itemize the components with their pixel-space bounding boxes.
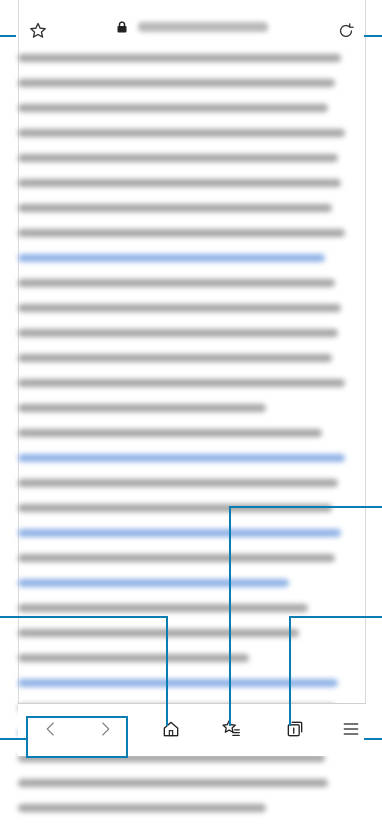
callout-line-star	[0, 35, 16, 37]
refresh-button[interactable]	[333, 18, 359, 44]
bookmarks-icon	[222, 720, 240, 737]
tabs-icon	[287, 721, 303, 737]
text-line	[18, 304, 342, 312]
text-line	[18, 779, 329, 787]
text-line	[18, 604, 309, 612]
text-line	[18, 404, 266, 412]
text-line	[18, 554, 335, 562]
text-line-with-links[interactable]	[18, 254, 325, 262]
tabs-button[interactable]	[280, 714, 310, 744]
callout-line-home-h	[0, 616, 168, 618]
add-bookmark-button[interactable]	[25, 18, 51, 44]
lock-icon	[117, 21, 127, 33]
callout-box-navigation	[26, 716, 128, 758]
address-bar	[19, 0, 365, 48]
text-line	[18, 54, 342, 62]
text-line	[18, 804, 266, 812]
text-line	[18, 654, 249, 662]
callout-line-bookmarks-v	[229, 506, 231, 726]
text-line	[18, 354, 332, 362]
url-text-blurred	[138, 22, 268, 32]
text-line	[18, 479, 339, 487]
bookmarks-button[interactable]	[216, 714, 246, 744]
text-line	[18, 79, 335, 87]
menu-button[interactable]	[336, 714, 366, 744]
paragraph-1	[18, 54, 348, 412]
callout-line-menu	[364, 738, 382, 740]
menu-icon	[343, 723, 359, 735]
callout-line-tabs-h	[290, 616, 382, 618]
callout-line-bookmarks-h	[230, 506, 382, 508]
text-line-with-links[interactable]	[18, 454, 345, 462]
home-button[interactable]	[156, 714, 186, 744]
text-line	[18, 429, 322, 437]
text-line-with-links[interactable]	[18, 529, 342, 537]
text-line	[18, 329, 339, 337]
text-line	[18, 129, 345, 137]
text-line	[18, 154, 339, 162]
text-line	[18, 379, 345, 387]
text-line	[18, 279, 335, 287]
star-icon	[30, 22, 46, 38]
text-line-with-links[interactable]	[18, 579, 289, 587]
callout-line-navigation	[0, 738, 28, 740]
callout-line-tabs-v	[289, 616, 291, 726]
text-line	[18, 229, 345, 237]
text-line	[18, 104, 329, 112]
text-line	[18, 629, 299, 637]
home-icon	[163, 721, 179, 737]
text-line	[18, 204, 332, 212]
url-field[interactable]	[116, 21, 268, 33]
text-line	[18, 179, 342, 187]
callout-line-refresh	[364, 35, 382, 37]
callout-line-home-v	[166, 616, 168, 726]
refresh-icon	[339, 23, 354, 38]
